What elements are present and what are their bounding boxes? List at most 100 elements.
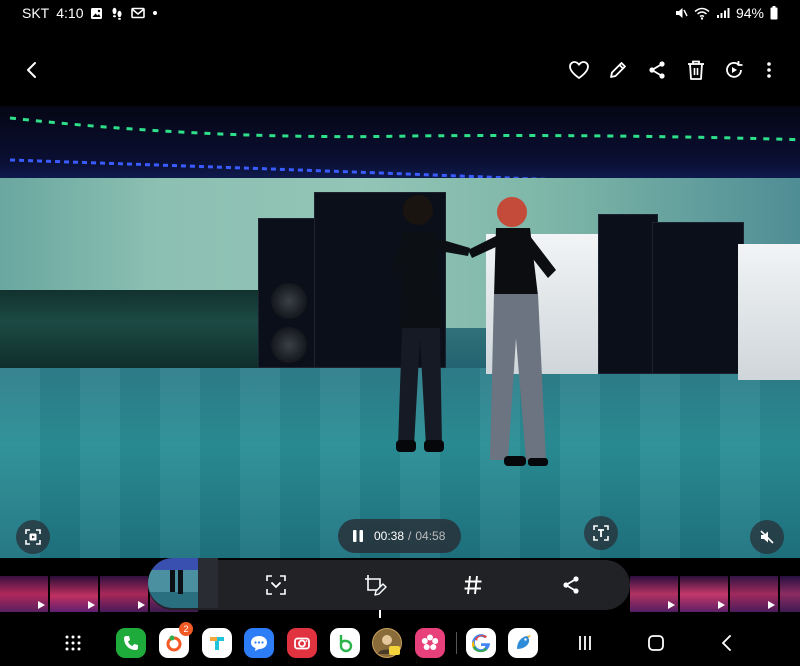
- flower-icon: [421, 634, 439, 650]
- google-icon: [471, 634, 490, 653]
- speaker-cone: [271, 283, 307, 319]
- taskbar: 2: [0, 620, 800, 666]
- battery-percent: 94%: [735, 5, 764, 21]
- play-icon: [668, 601, 675, 609]
- phone-icon: [124, 636, 138, 650]
- speaker-right: [598, 214, 658, 374]
- image-icon: [90, 7, 103, 20]
- extract-text-button[interactable]: [584, 516, 618, 550]
- trash-icon: [688, 60, 704, 80]
- current-thumbnail-image: [148, 558, 218, 608]
- chevron-left-icon: [722, 635, 731, 651]
- clock: 4:10: [56, 5, 84, 21]
- capture-icon: [25, 529, 41, 545]
- duration: 04:58: [415, 529, 446, 543]
- thumbnail[interactable]: [730, 576, 778, 612]
- viewer-toolbar: [0, 46, 800, 94]
- share-icon: [649, 61, 665, 79]
- home-button[interactable]: [643, 630, 669, 656]
- current-item-thumbnail[interactable]: [148, 558, 218, 608]
- camera-icon: [294, 637, 310, 650]
- thumbnail[interactable]: [780, 576, 800, 612]
- thumbnail[interactable]: [630, 576, 678, 612]
- share-button[interactable]: [643, 56, 671, 84]
- pause-button[interactable]: [350, 528, 366, 544]
- dancing-couple: [390, 195, 556, 466]
- flower-app[interactable]: [415, 628, 445, 658]
- system-back-button[interactable]: [714, 630, 740, 656]
- carrier: SKT: [22, 5, 50, 21]
- pause-icon: [353, 530, 363, 542]
- air-conditioner: [738, 244, 800, 380]
- share-clip-button[interactable]: [558, 572, 584, 598]
- back-icon: [27, 62, 36, 78]
- heart-icon: [569, 61, 589, 79]
- smart-select-button[interactable]: [263, 572, 289, 598]
- mute-icon: [760, 530, 774, 544]
- status-bar: SKT 4:10 94%: [0, 0, 800, 26]
- time-separator: /: [408, 529, 412, 543]
- speaker-left: [258, 218, 318, 368]
- play-icon: [718, 601, 725, 609]
- camera-app[interactable]: [287, 628, 317, 658]
- chat-bubble-icon: [251, 636, 267, 651]
- apps-grid-icon: [65, 635, 81, 651]
- app-drawer-button[interactable]: [60, 630, 86, 656]
- play-icon: [88, 601, 95, 609]
- avatar-icon: [373, 629, 401, 657]
- messages-app[interactable]: [244, 628, 274, 658]
- thumbnail[interactable]: [100, 576, 148, 612]
- delete-button[interactable]: [682, 56, 710, 84]
- mail-icon: [131, 7, 146, 19]
- t-app[interactable]: [202, 628, 232, 658]
- tag-button[interactable]: [460, 572, 486, 598]
- mute-icon: [674, 6, 688, 20]
- badge-app[interactable]: 2: [159, 622, 193, 658]
- dot-icon: [152, 10, 158, 16]
- remaster-button[interactable]: [720, 56, 748, 84]
- t-letter-icon: [210, 637, 224, 650]
- phone-app[interactable]: [116, 628, 146, 658]
- play-icon: [38, 601, 45, 609]
- green-light-string: [9, 116, 800, 142]
- footprint-icon: [110, 6, 124, 20]
- speaker-right-stack: [652, 222, 744, 374]
- capture-button[interactable]: [16, 520, 50, 554]
- bird-app[interactable]: [508, 628, 538, 658]
- favorite-button[interactable]: [565, 56, 593, 84]
- edit-clip-button[interactable]: [362, 572, 388, 598]
- current-time: 00:38: [374, 529, 405, 543]
- google-app[interactable]: [466, 628, 496, 658]
- notification-badge: 2: [179, 622, 193, 636]
- b-app[interactable]: [330, 628, 360, 658]
- play-icon: [768, 601, 775, 609]
- recents-icon: [579, 636, 591, 650]
- text-extract-icon: [593, 525, 609, 541]
- ring-icon: [166, 635, 182, 652]
- back-button[interactable]: [18, 56, 46, 84]
- hashtag-icon: [464, 575, 482, 595]
- b-letter-icon: [339, 635, 353, 653]
- mute-toggle-button[interactable]: [750, 520, 784, 554]
- play-icon: [138, 601, 145, 609]
- wifi-icon: [694, 7, 710, 20]
- thumbnail[interactable]: [0, 576, 48, 612]
- playback-controls: 00:38 / 04:58: [338, 519, 461, 553]
- speaker-cone: [271, 327, 307, 363]
- home-icon: [648, 635, 664, 651]
- edit-button[interactable]: [604, 56, 632, 84]
- remaster-icon: [726, 61, 743, 78]
- thumbnail[interactable]: [680, 576, 728, 612]
- edit-icon: [610, 62, 626, 78]
- more-options-button[interactable]: [755, 56, 783, 84]
- video-bench: [0, 290, 260, 370]
- taskbar-divider: [456, 632, 457, 654]
- more-icon: [767, 62, 771, 78]
- share-icon: [563, 576, 579, 594]
- video-frame[interactable]: [0, 106, 800, 558]
- avatar-app[interactable]: [372, 628, 402, 658]
- thumbnail[interactable]: [50, 576, 98, 612]
- battery-icon: [770, 6, 778, 20]
- edit-clip-icon: [365, 575, 387, 596]
- recent-apps-button[interactable]: [572, 630, 598, 656]
